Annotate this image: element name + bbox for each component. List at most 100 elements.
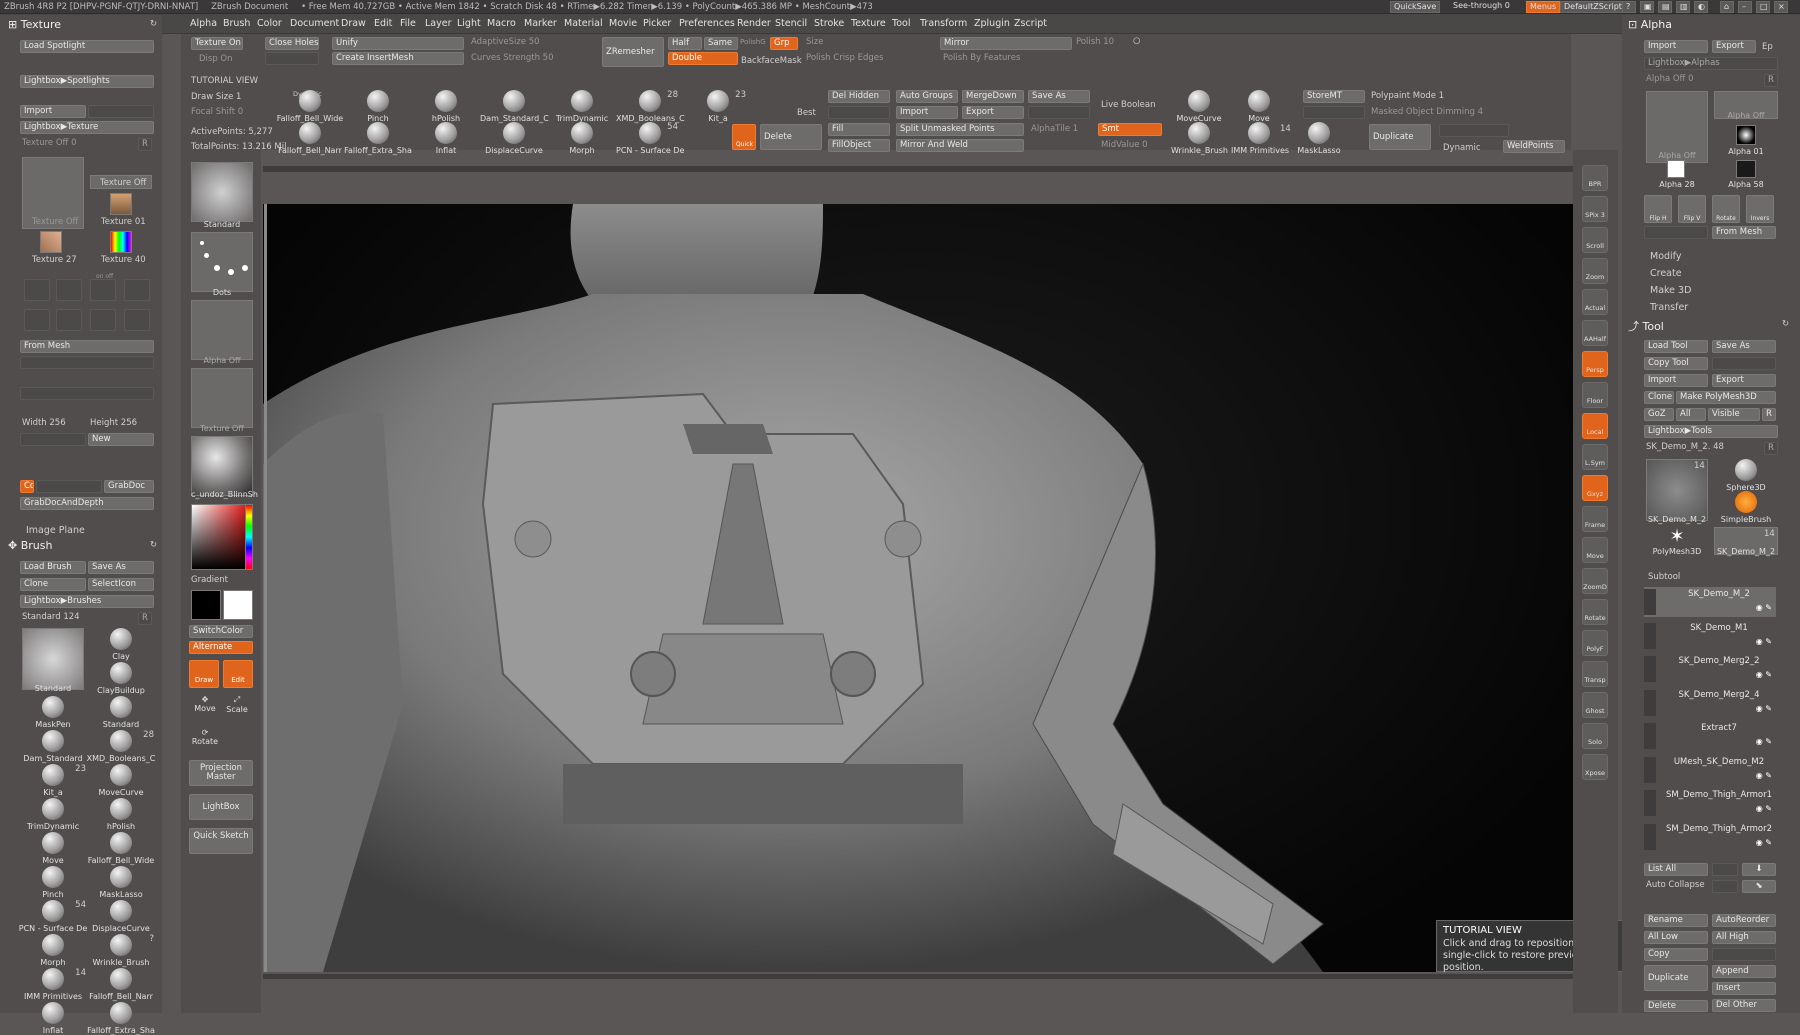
shelf-brush[interactable]: Falloff_Extra_Sha bbox=[344, 122, 412, 155]
select-icon-button[interactable]: SelectIcon bbox=[88, 578, 154, 591]
dots-stroke-slot[interactable] bbox=[191, 232, 253, 292]
subtool-item[interactable]: SM_Demo_Thigh_Armor2 ◉ ✎ bbox=[1644, 822, 1776, 852]
menu-brush[interactable]: Brush bbox=[223, 18, 250, 29]
color-picker[interactable] bbox=[191, 504, 253, 570]
brush-item[interactable]: Wrinkle_Brush? bbox=[86, 934, 156, 967]
shelf-brush[interactable]: DisplaceCurve bbox=[480, 122, 548, 155]
polish-slider[interactable]: Polish 10 bbox=[1076, 37, 1114, 47]
auto-reorder-button[interactable]: AutoReorder bbox=[1712, 914, 1776, 927]
brush-save-as-button[interactable]: Save As bbox=[88, 561, 154, 574]
draw-mode-button[interactable]: Draw bbox=[189, 660, 219, 688]
brush-item[interactable]: MoveCurve bbox=[86, 764, 156, 797]
imm-primitives-brush[interactable]: IMM Primitives bbox=[1231, 122, 1289, 155]
paste-tool-button[interactable] bbox=[1712, 357, 1776, 370]
brush-item[interactable]: Clay bbox=[86, 628, 156, 661]
brush-item[interactable]: Falloff_Extra_Sha bbox=[86, 1002, 156, 1035]
viewport-tool-spix3[interactable]: SPix 3 bbox=[1582, 196, 1608, 222]
menu-layer[interactable]: Layer bbox=[425, 18, 452, 29]
tool-refresh-icon[interactable]: ↻ bbox=[1782, 319, 1789, 329]
menu-material[interactable]: Material bbox=[564, 18, 603, 29]
weld-points-button[interactable]: WeldPoints bbox=[1503, 140, 1565, 153]
tool-clone-button[interactable]: Clone bbox=[1644, 391, 1674, 404]
shelf-import-button[interactable]: Import bbox=[896, 106, 958, 119]
move-brush[interactable]: Move bbox=[1231, 90, 1287, 123]
brush-item[interactable]: hPolish bbox=[86, 798, 156, 831]
flip-v-button[interactable]: Flip V bbox=[1678, 195, 1706, 223]
cd-toggle[interactable]: Cd bbox=[20, 480, 34, 493]
alpha-rotate-button[interactable]: Rotate bbox=[1712, 195, 1740, 223]
subtool-visibility-icon[interactable]: ◉ ✎ bbox=[1756, 771, 1772, 780]
subtool-delete-button[interactable]: Delete bbox=[1644, 1000, 1708, 1012]
adaptive-size-slider[interactable]: AdaptiveSize 50 bbox=[471, 37, 540, 47]
same-button[interactable]: Same bbox=[704, 37, 738, 50]
lightbox-spotlights-button[interactable]: Lightbox▶Spotlights bbox=[20, 75, 154, 88]
mid-value-slider[interactable]: MidValue 0 bbox=[1101, 140, 1148, 150]
rename-button[interactable]: Rename bbox=[1644, 914, 1708, 927]
menu-picker[interactable]: Picker bbox=[643, 18, 671, 29]
menu-texture[interactable]: Texture bbox=[851, 18, 886, 29]
current-tool-slider[interactable]: SK_Demo_M_2. 48 bbox=[1646, 442, 1724, 452]
menu-tool[interactable]: Tool bbox=[892, 18, 910, 29]
subtool-insert-arrow-icon[interactable]: ⬊ bbox=[1742, 880, 1776, 893]
menu-movie[interactable]: Movie bbox=[609, 18, 637, 29]
texture-27-thumb[interactable] bbox=[40, 231, 62, 253]
brush-item[interactable]: Pinch bbox=[18, 866, 88, 899]
goz-visible-button[interactable]: Visible bbox=[1708, 408, 1760, 421]
polish-icon[interactable]: ○ bbox=[1133, 36, 1140, 46]
shelf-brush[interactable]: hPolish bbox=[412, 90, 480, 123]
focal-shift-slider[interactable]: Focal Shift 0 bbox=[191, 107, 243, 117]
viewport-tool-xpose[interactable]: Xpose bbox=[1582, 754, 1608, 780]
menu-zscript[interactable]: Zscript bbox=[1014, 18, 1047, 29]
goz-button[interactable]: GoZ bbox=[1644, 408, 1674, 421]
top-scrollbar[interactable] bbox=[263, 166, 1573, 172]
layout3-icon[interactable]: ▥ bbox=[1676, 1, 1690, 13]
layout-icon[interactable]: ▣ bbox=[1640, 1, 1654, 13]
texture-export-button[interactable] bbox=[88, 105, 154, 118]
alpha-create-section[interactable]: Create bbox=[1650, 268, 1682, 279]
load-tool-button[interactable]: Load Tool bbox=[1644, 340, 1708, 353]
brush-item[interactable]: XMD_Booleans_C 28 bbox=[86, 730, 156, 763]
alpha-r-button[interactable]: R bbox=[1764, 74, 1778, 87]
texture-height-slider[interactable]: Height 256 bbox=[90, 418, 137, 428]
curves-strength-slider[interactable]: Curves Strength 50 bbox=[471, 53, 554, 63]
edit-mode-button[interactable]: Edit bbox=[223, 660, 253, 688]
viewport-tool-scroll[interactable]: Scroll bbox=[1582, 227, 1608, 253]
viewport-tool-persp[interactable]: Persp bbox=[1582, 351, 1608, 377]
brush-item[interactable]: Falloff_Bell_Wide bbox=[86, 832, 156, 865]
texture-tool-3-icon[interactable] bbox=[90, 279, 116, 301]
default-zscript-button[interactable]: DefaultZScript bbox=[1560, 1, 1626, 13]
brush-item[interactable]: DisplaceCurve bbox=[86, 900, 156, 933]
viewport-tool-polyf[interactable]: PolyF bbox=[1582, 630, 1608, 656]
disp-on-button[interactable]: Disp On bbox=[199, 54, 233, 64]
material-slot[interactable] bbox=[191, 436, 253, 496]
brush-item[interactable]: Morph bbox=[18, 934, 88, 967]
copy-tool-button[interactable]: Copy Tool bbox=[1644, 357, 1708, 370]
shelf-brush[interactable]: Pinch bbox=[344, 90, 412, 123]
secondary-color-swatch[interactable] bbox=[223, 590, 253, 620]
subtool-up-button[interactable] bbox=[1712, 863, 1738, 876]
shelf-brush[interactable]: PCN - Surface De 54 bbox=[616, 122, 684, 155]
menu-render[interactable]: Render bbox=[737, 18, 771, 29]
menu-light[interactable]: Light bbox=[457, 18, 481, 29]
alternate-toggle[interactable]: Alternate bbox=[189, 641, 253, 654]
brush-item[interactable]: Dam_Standard bbox=[18, 730, 88, 763]
create-insertmesh-button[interactable]: Create InsertMesh bbox=[332, 52, 464, 65]
tool-export-button[interactable]: Export bbox=[1712, 374, 1776, 387]
shelf-brush[interactable]: Falloff_Bell_Wide bbox=[276, 90, 344, 123]
delete-button[interactable]: Delete bbox=[760, 124, 822, 150]
brush-item[interactable]: IMM Primitives 14 bbox=[18, 968, 88, 1001]
brush-item[interactable]: ClayBuildup bbox=[86, 662, 156, 695]
live-boolean-toggle[interactable]: Live Boolean bbox=[1101, 100, 1155, 110]
minimize-icon[interactable]: – bbox=[1738, 1, 1752, 13]
lightbox-button[interactable]: LightBox bbox=[189, 794, 253, 820]
draw-size-slider[interactable]: Draw Size 1 bbox=[191, 92, 241, 102]
menu-draw[interactable]: Draw bbox=[341, 18, 366, 29]
size-slider[interactable]: Size bbox=[806, 37, 823, 47]
alpha-from-mesh-button[interactable]: From Mesh bbox=[1712, 226, 1776, 239]
backface-mask-toggle[interactable]: BackfaceMask bbox=[741, 56, 802, 66]
quick-sketch-button[interactable]: Quick Sketch bbox=[189, 828, 253, 854]
alpha-01-thumb[interactable] bbox=[1736, 125, 1756, 145]
brush-item[interactable]: PCN - Surface De 54 bbox=[18, 900, 88, 933]
brush-item[interactable]: MaskPen bbox=[18, 696, 88, 729]
shelf-brush[interactable]: Morph bbox=[548, 122, 616, 155]
